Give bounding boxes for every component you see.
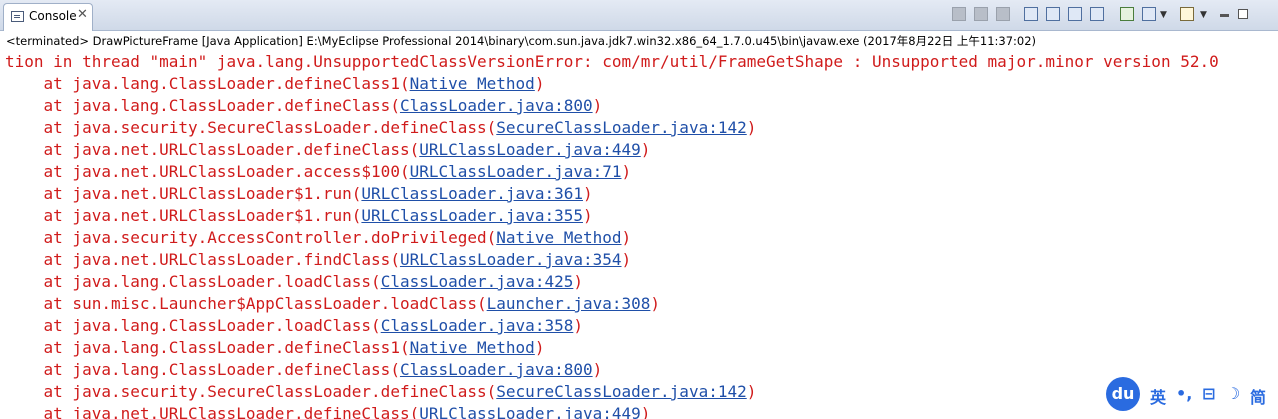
console-output[interactable]: tion in thread "main" java.lang.Unsuppor… — [0, 51, 1278, 419]
stack-frame-close-paren: ) — [621, 228, 632, 247]
stack-frame-close-paren: ) — [746, 118, 757, 137]
console-toolbar: ▼ ▼ — [952, 7, 1272, 27]
source-location-link[interactable]: Launcher.java:308 — [487, 294, 651, 313]
stack-frame-method: at java.net.URLClassLoader.findClass( — [5, 250, 400, 269]
stack-frame-method: at java.lang.ClassLoader.defineClass1( — [5, 338, 410, 357]
open-console-icon[interactable] — [1180, 7, 1194, 21]
ime-toolbar: du 英 •, ⊟ ☽ 简 — [1106, 377, 1276, 413]
source-location-link[interactable]: SecureClassLoader.java:142 — [496, 382, 746, 401]
source-location-link[interactable]: URLClassLoader.java:354 — [400, 250, 622, 269]
stack-frame-line: at java.lang.ClassLoader.defineClass(Cla… — [5, 95, 603, 117]
stack-frame-line: at java.net.URLClassLoader$1.run(URLClas… — [5, 183, 593, 205]
stack-frame-close-paren: ) — [650, 294, 661, 313]
stack-frame-close-paren: ) — [621, 250, 632, 269]
stack-frame-line: at java.net.URLClassLoader$1.run(URLClas… — [5, 205, 593, 227]
ime-language-toggle[interactable]: 英 — [1150, 384, 1166, 408]
source-location-link[interactable]: Native Method — [496, 228, 621, 247]
stack-frame-method: at java.lang.ClassLoader.defineClass1( — [5, 74, 410, 93]
stack-frame-line: at sun.misc.Launcher$AppClassLoader.load… — [5, 293, 661, 315]
source-location-link[interactable]: Native Method — [410, 338, 535, 357]
stack-frame-line: at java.security.AccessController.doPriv… — [5, 227, 632, 249]
close-icon[interactable]: ✕ — [77, 7, 88, 22]
source-location-link[interactable]: ClassLoader.java:800 — [400, 360, 593, 379]
console-view-tabbar: Console ✕ ▼ ▼ — [0, 0, 1278, 31]
ime-logo-icon[interactable]: du — [1106, 377, 1140, 411]
stack-frame-close-paren: ) — [573, 316, 583, 335]
display-selected-console-icon[interactable] — [1142, 7, 1156, 21]
stack-frame-close-paren: ) — [621, 162, 632, 181]
stack-frame-close-paren: ) — [582, 184, 593, 203]
remove-all-icon[interactable] — [996, 7, 1010, 21]
stack-frame-close-paren: ) — [640, 140, 651, 159]
source-location-link[interactable]: Native Method — [410, 74, 535, 93]
stack-frame-method: at java.net.URLClassLoader.defineClass( — [5, 404, 420, 419]
ime-skin-icon[interactable]: ☽ — [1226, 384, 1240, 403]
stack-frame-method: at java.lang.ClassLoader.defineClass( — [5, 360, 400, 379]
remove-launch-icon[interactable] — [974, 7, 988, 21]
word-wrap-icon[interactable] — [1046, 7, 1060, 21]
stack-frame-line: at java.lang.ClassLoader.loadClass(Class… — [5, 271, 583, 293]
minimize-icon[interactable] — [1220, 14, 1229, 17]
stack-frame-method: at java.lang.ClassLoader.loadClass( — [5, 272, 381, 291]
console-icon — [11, 11, 24, 22]
stack-frame-close-paren: ) — [534, 338, 545, 357]
stack-frame-method: at java.security.SecureClassLoader.defin… — [5, 118, 497, 137]
stack-frame-method: at java.net.URLClassLoader.defineClass( — [5, 140, 420, 159]
pin-console-icon[interactable] — [1120, 7, 1134, 21]
stack-frame-method: at java.security.SecureClassLoader.defin… — [5, 382, 497, 401]
stack-frame-method: at sun.misc.Launcher$AppClassLoader.load… — [5, 294, 487, 313]
stack-frame-line: at java.lang.ClassLoader.defineClass(Cla… — [5, 359, 603, 381]
source-location-link[interactable]: SecureClassLoader.java:142 — [496, 118, 746, 137]
exception-message-line: tion in thread "main" java.lang.Unsuppor… — [5, 52, 1219, 71]
ime-toolbox-icon[interactable]: ⊟ — [1202, 384, 1215, 403]
chevron-down-icon[interactable]: ▼ — [1160, 10, 1168, 20]
source-location-link[interactable]: URLClassLoader.java:361 — [361, 184, 583, 203]
stack-frame-line: at java.net.URLClassLoader.findClass(URL… — [5, 249, 632, 271]
stack-frame-method: at java.net.URLClassLoader.access$100( — [5, 162, 410, 181]
launch-status-line: <terminated> DrawPictureFrame [Java Appl… — [0, 31, 1278, 51]
tab-console-label: Console — [29, 9, 77, 23]
source-location-link[interactable]: URLClassLoader.java:449 — [419, 404, 641, 419]
stack-frame-line: at java.net.URLClassLoader.access$100(UR… — [5, 161, 632, 183]
stack-frame-close-paren: ) — [592, 96, 603, 115]
show-console-stderr-icon[interactable] — [1090, 7, 1104, 21]
stack-frame-close-paren: ) — [746, 382, 757, 401]
maximize-icon[interactable] — [1238, 9, 1248, 19]
terminate-icon[interactable] — [952, 7, 966, 21]
stack-frame-method: at java.lang.ClassLoader.loadClass( — [5, 316, 381, 335]
scroll-lock-icon[interactable] — [1024, 7, 1038, 21]
stack-frame-line: at java.lang.ClassLoader.loadClass(Class… — [5, 315, 583, 337]
stack-frame-line: at java.lang.ClassLoader.defineClass1(Na… — [5, 337, 545, 359]
stack-frame-method: at java.net.URLClassLoader$1.run( — [5, 184, 362, 203]
source-location-link[interactable]: URLClassLoader.java:71 — [410, 162, 622, 181]
stack-frame-close-paren: ) — [640, 404, 651, 419]
stack-frame-line: at java.lang.ClassLoader.defineClass1(Na… — [5, 73, 545, 95]
stack-frame-method: at java.lang.ClassLoader.defineClass( — [5, 96, 400, 115]
ime-punctuation-toggle[interactable]: •, — [1176, 384, 1192, 403]
view-menu-icon[interactable]: ▼ — [1200, 10, 1208, 20]
source-location-link[interactable]: ClassLoader.java:425 — [381, 272, 574, 291]
source-location-link[interactable]: URLClassLoader.java:355 — [361, 206, 583, 225]
stack-frame-close-paren: ) — [534, 74, 545, 93]
stack-frame-line: at java.net.URLClassLoader.defineClass(U… — [5, 139, 651, 161]
stack-frame-line: at java.security.SecureClassLoader.defin… — [5, 117, 757, 139]
stack-frame-close-paren: ) — [573, 272, 583, 291]
stack-frame-method: at java.security.AccessController.doPriv… — [5, 228, 497, 247]
source-location-link[interactable]: URLClassLoader.java:449 — [419, 140, 641, 159]
show-console-stdout-icon[interactable] — [1068, 7, 1082, 21]
source-location-link[interactable]: ClassLoader.java:800 — [400, 96, 593, 115]
tab-console[interactable]: Console ✕ — [3, 3, 93, 31]
stack-frame-line: at java.net.URLClassLoader.defineClass(U… — [5, 403, 651, 419]
source-location-link[interactable]: ClassLoader.java:358 — [381, 316, 574, 335]
stack-frame-line: at java.security.SecureClassLoader.defin… — [5, 381, 757, 403]
stack-frame-close-paren: ) — [582, 206, 593, 225]
ime-simplified-toggle[interactable]: 简 — [1250, 384, 1266, 408]
stack-frame-method: at java.net.URLClassLoader$1.run( — [5, 206, 362, 225]
stack-frame-close-paren: ) — [592, 360, 603, 379]
